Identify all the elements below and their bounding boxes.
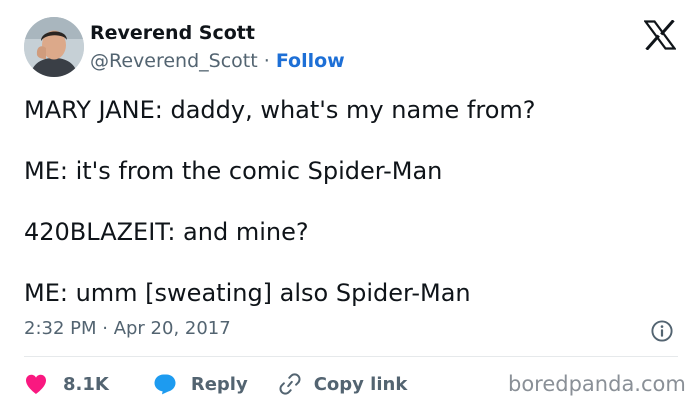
author-handle[interactable]: @Reverend_Scott: [90, 50, 258, 72]
follow-link[interactable]: Follow: [276, 50, 345, 72]
heart-icon: [26, 374, 46, 394]
copy-link-label: Copy link: [313, 373, 408, 395]
divider: [24, 356, 678, 357]
action-bar: 8.1K Reply Copy link: [24, 370, 407, 398]
watermark: boredpanda.com: [508, 372, 686, 396]
tweet-line: 420BLAZEIT: and mine?: [24, 218, 309, 246]
avatar[interactable]: [24, 17, 84, 77]
author-display-name[interactable]: Reverend Scott: [90, 22, 255, 44]
tweet-text: MARY JANE: daddy, what's my name from? M…: [24, 94, 674, 309]
reply-button[interactable]: Reply: [153, 373, 248, 395]
tweet-line: ME: it's from the comic Spider-Man: [24, 157, 443, 185]
handle-separator: ·: [257, 50, 276, 72]
avatar-photo: [24, 17, 84, 77]
like-button[interactable]: 8.1K: [24, 373, 109, 395]
link-icon: [279, 373, 301, 395]
tweet-line: ME: umm [sweating] also Spider-Man: [24, 279, 471, 307]
info-icon[interactable]: [650, 319, 674, 343]
author-handle-row: @Reverend_Scott · Follow: [90, 50, 345, 72]
tweet-line: MARY JANE: daddy, what's my name from?: [24, 96, 536, 124]
reply-label: Reply: [190, 373, 248, 395]
x-logo-icon[interactable]: [644, 20, 676, 50]
speech-bubble-icon: [154, 374, 176, 395]
tweet-timestamp[interactable]: 2:32 PM · Apr 20, 2017: [24, 318, 231, 339]
like-count: 8.1K: [63, 373, 109, 395]
copy-link-button[interactable]: Copy link: [278, 372, 408, 396]
